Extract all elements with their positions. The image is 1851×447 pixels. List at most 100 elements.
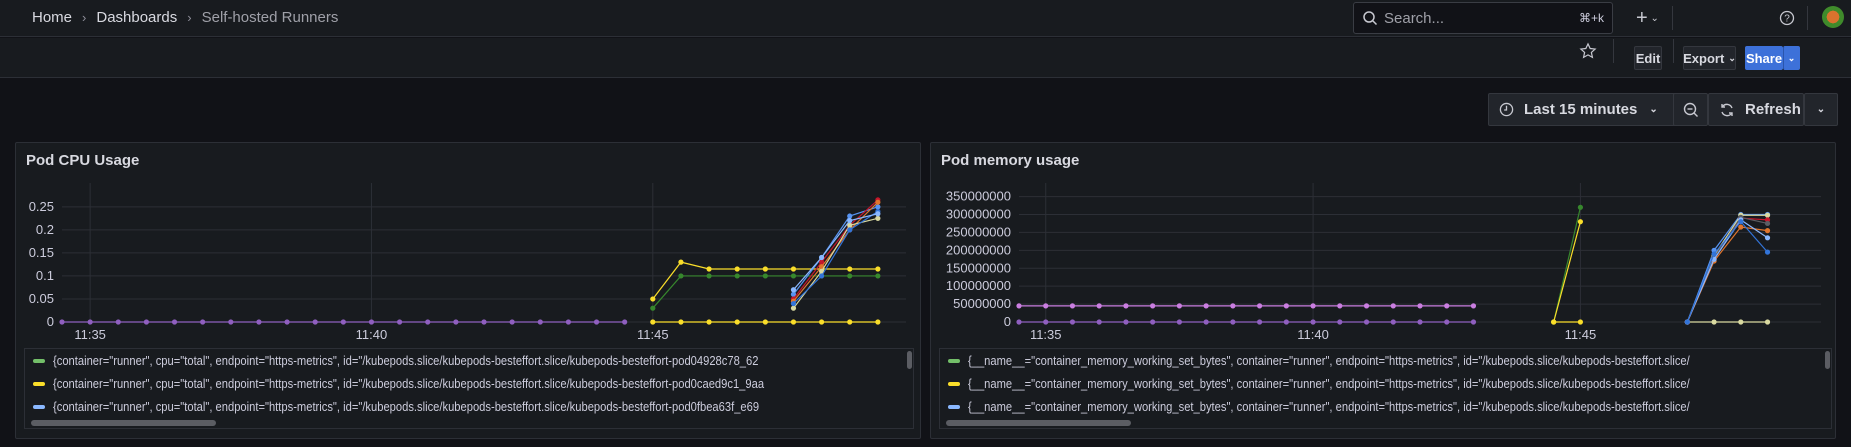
- svg-text:?: ?: [1784, 14, 1790, 25]
- y-tick-label: 300000000: [946, 207, 1011, 222]
- breadcrumb-dashboards[interactable]: Dashboards: [96, 9, 177, 26]
- data-point-purple: [1470, 319, 1477, 325]
- data-point-light-purple: [1069, 303, 1076, 309]
- series-line-darkblue: [793, 210, 879, 304]
- star-icon[interactable]: [1579, 42, 1597, 60]
- data-point-yellow: [847, 266, 853, 272]
- data-point-purple: [397, 319, 403, 325]
- data-point-purple: [87, 319, 93, 325]
- legend-label: {container="runner", cpu="total", endpoi…: [53, 376, 765, 391]
- data-point-light-purple: [1016, 303, 1022, 309]
- legend-item[interactable]: {__name__="container_memory_working_set_…: [940, 395, 1831, 418]
- legend-item[interactable]: {__name__="container_memory_working_set_…: [940, 372, 1831, 395]
- y-tick-label: 0.15: [29, 245, 54, 260]
- data-point-purple: [340, 319, 346, 325]
- legend-label: {container="runner", cpu="total", endpoi…: [53, 353, 759, 368]
- refresh-label: Refresh: [1745, 101, 1801, 118]
- y-tick-label: 200000000: [946, 242, 1011, 257]
- vertical-scrollbar[interactable]: [907, 351, 912, 369]
- add-new-icon[interactable]: + ⌄: [1636, 7, 1659, 30]
- data-point-yellow-zero: [790, 319, 797, 325]
- x-tick-label: 11:35: [74, 327, 106, 342]
- search-shortcut: ⌘+k: [1578, 11, 1604, 25]
- share-label: Share: [1745, 50, 1783, 66]
- data-point-yellow-zero: [762, 319, 768, 325]
- share-button[interactable]: Share: [1745, 46, 1783, 70]
- breadcrumb-home[interactable]: Home: [32, 9, 72, 26]
- data-point-purple: [1176, 319, 1182, 325]
- data-point-yellow-zero: [734, 319, 740, 325]
- data-point-orange: [875, 199, 881, 205]
- data-point-beige: [1764, 212, 1771, 218]
- legend-item[interactable]: {container="runner", cpu="total", endpoi…: [25, 395, 913, 418]
- share-options-button[interactable]: ⌄: [1783, 46, 1800, 70]
- data-point-light-purple: [1444, 303, 1450, 309]
- search-input[interactable]: Search... ⌘+k: [1353, 2, 1613, 34]
- data-point-purple: [1069, 319, 1076, 325]
- data-point-purple: [256, 319, 262, 325]
- data-point-yellow-zero: [819, 319, 825, 325]
- data-point-yellow-zero: [875, 319, 881, 325]
- data-point-beige: [790, 305, 797, 311]
- panel-pod-cpu-usage: Pod CPU Usage 0 0.05 0.1 0.15 0.2 0.25 11:35 11…: [15, 142, 921, 439]
- data-point-darkblue: [847, 227, 853, 233]
- data-point-purple: [200, 319, 206, 325]
- data-point-purple: [1203, 319, 1209, 325]
- data-point-light-purple: [1203, 303, 1209, 309]
- data-point-darkblue: [1684, 319, 1690, 325]
- data-point-purple: [1123, 319, 1129, 325]
- chart-legend: {container="runner", cpu="total", endpoi…: [24, 348, 914, 429]
- data-point-purple: [143, 319, 149, 325]
- data-point-green: [706, 273, 712, 279]
- horizontal-scrollbar[interactable]: [946, 420, 1131, 426]
- data-point-purple: [1230, 319, 1236, 325]
- refresh-button[interactable]: Refresh: [1708, 93, 1804, 126]
- edit-button[interactable]: Edit: [1634, 46, 1662, 70]
- horizontal-scrollbar[interactable]: [31, 420, 216, 426]
- time-range-picker[interactable]: Last 15 minutes ⌄: [1488, 93, 1690, 126]
- data-point-beige-zero: [1711, 319, 1717, 325]
- data-point-light-purple: [1176, 303, 1182, 309]
- series-line-green: [652, 275, 878, 309]
- y-tick-label: 0.05: [29, 291, 54, 306]
- y-tick-label: 0.1: [36, 268, 54, 283]
- legend-item[interactable]: {container="runner", cpu="total", endpoi…: [25, 349, 913, 372]
- data-point-purple: [622, 319, 628, 325]
- y-tick-label: 0.25: [29, 199, 54, 214]
- data-point-lightblue: [875, 211, 881, 217]
- vertical-scrollbar[interactable]: [1825, 351, 1830, 369]
- legend-item[interactable]: {__name__="container_memory_working_set_…: [940, 349, 1831, 372]
- legend-swatch: [948, 358, 960, 363]
- divider: [1673, 39, 1674, 63]
- divider: [1807, 6, 1808, 30]
- legend-label: {__name__="container_memory_working_set_…: [968, 376, 1690, 391]
- data-point-purple: [593, 319, 600, 325]
- data-point-light-purple: [1417, 303, 1423, 309]
- data-point-purple: [1096, 319, 1102, 325]
- divider: [1613, 39, 1614, 63]
- legend-item[interactable]: {container="runner", cpu="total", endpoi…: [25, 372, 913, 395]
- export-button[interactable]: Export ⌄: [1683, 46, 1736, 70]
- edit-label: Edit: [1635, 50, 1661, 66]
- data-point-yellow: [650, 296, 656, 302]
- data-point-green: [650, 305, 656, 311]
- data-point-yellow-zero: [847, 319, 853, 325]
- search-placeholder: Search...: [1384, 9, 1445, 27]
- chart-legend: {__name__="container_memory_working_set_…: [939, 348, 1832, 429]
- chevron-down-icon: ⌄: [1728, 52, 1736, 63]
- user-avatar[interactable]: [1822, 6, 1844, 28]
- data-point-light-purple: [1390, 303, 1396, 309]
- data-point-yellow-zero: [1577, 319, 1583, 325]
- legend-label: {__name__="container_memory_working_set_…: [968, 399, 1690, 414]
- y-tick-label: 0: [1004, 314, 1011, 329]
- help-icon[interactable]: ?: [1779, 10, 1795, 26]
- data-point-purple: [1150, 319, 1156, 325]
- refresh-interval-button[interactable]: ⌄: [1804, 93, 1838, 126]
- data-point-orange: [1738, 224, 1744, 230]
- zoom-out-button[interactable]: [1673, 93, 1708, 126]
- chevron-down-icon: ⌄: [1787, 52, 1796, 63]
- data-point-lightblue: [819, 254, 825, 261]
- data-point-light-purple: [1337, 303, 1343, 309]
- x-tick-label: 11:40: [1297, 327, 1329, 342]
- data-point-light-purple: [1150, 303, 1156, 309]
